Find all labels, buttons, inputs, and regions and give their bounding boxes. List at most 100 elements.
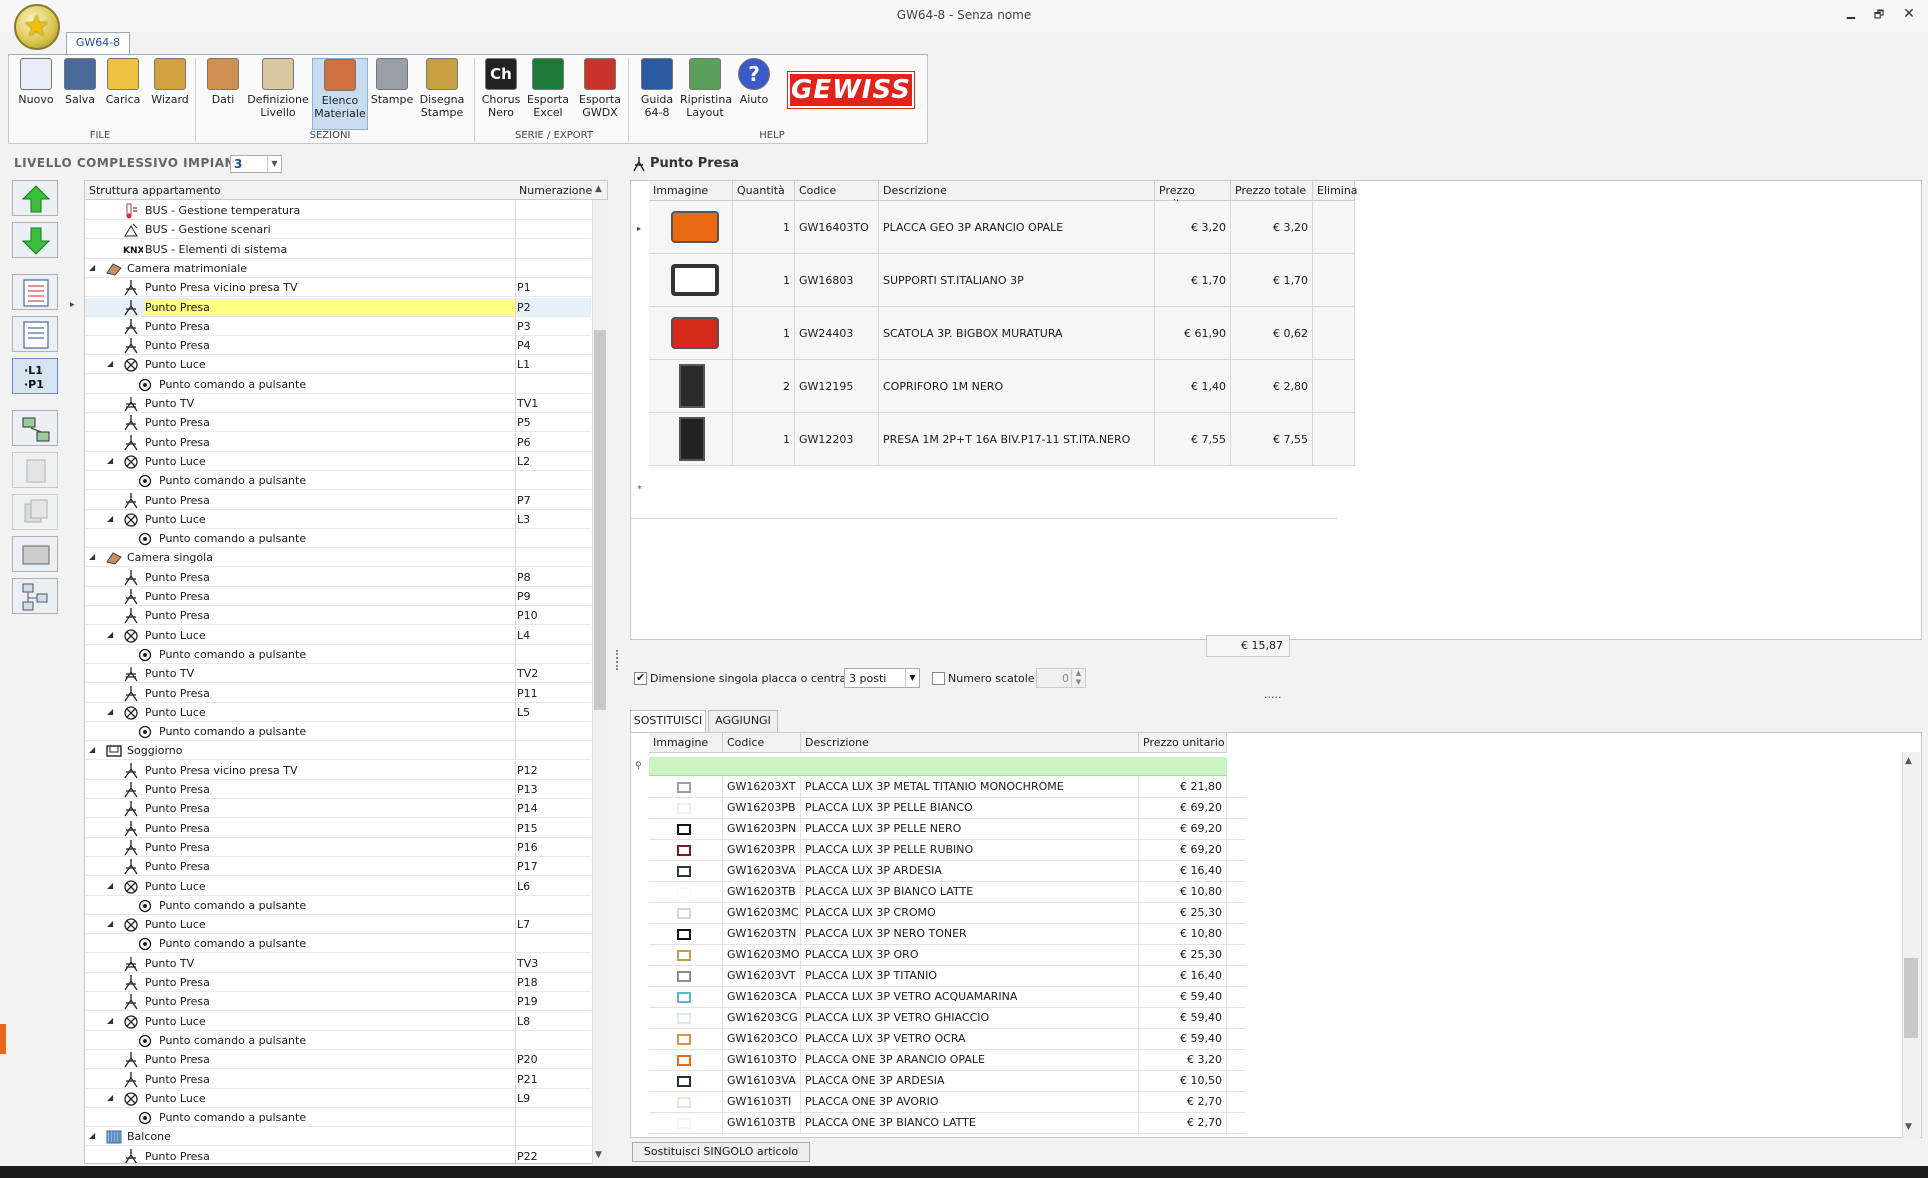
tree-row[interactable]: Punto Presa P14 <box>85 799 591 819</box>
tree-row[interactable]: Punto Presa P9 <box>85 587 591 606</box>
material-col-header[interactable]: Prezzo totale <box>1231 181 1313 201</box>
scroll-down-icon[interactable]: ▼ <box>1905 1122 1912 1132</box>
ribbon-button-carica[interactable]: Carica <box>100 58 146 130</box>
tree-row[interactable]: Punto Presa P10 <box>85 606 591 626</box>
list-view-button[interactable] <box>12 274 58 310</box>
tree-row[interactable]: ◢ Balcone <box>85 1127 591 1147</box>
material-col-header[interactable]: Codice <box>795 181 879 201</box>
structure-button[interactable] <box>12 578 58 614</box>
material-row[interactable]: 1 GW24403 SCATOLA 3P. BIGBOX MURATURA € 61,… <box>649 307 1355 360</box>
ribbon-button-salva[interactable]: Salva <box>60 58 100 130</box>
tree-row[interactable]: Punto Presa P16 <box>85 837 591 857</box>
tree-row[interactable]: Punto Presa P19 <box>85 992 591 1012</box>
subst-row[interactable]: GW16203XT PLACCA LUX 3P METAL TITANIO MON… <box>649 777 1245 798</box>
tree-row[interactable]: ◢ Punto Luce L3 <box>85 509 591 529</box>
ribbon-button-guida-64-8[interactable]: Guida 64-8 <box>636 58 678 130</box>
expand-toggle-icon[interactable]: ◢ <box>107 514 113 523</box>
expand-toggle-icon[interactable]: ◢ <box>107 456 113 465</box>
subst-row[interactable]: GW16103TB PLACCA ONE 3P BIANCO LATTE € 2,7… <box>649 1113 1245 1134</box>
tree-row[interactable]: ◢ Punto Luce L1 <box>85 355 591 375</box>
tree-row[interactable]: Punto Presa P6 <box>85 432 591 452</box>
expand-toggle-icon[interactable]: ◢ <box>89 263 95 272</box>
tree-row[interactable]: Punto Presa P11 <box>85 683 591 703</box>
tree-row[interactable]: Punto comando a pulsante <box>85 529 591 549</box>
tree-row[interactable]: Punto comando a pulsante <box>85 895 591 915</box>
move-down-button[interactable] <box>12 222 58 258</box>
box-count-spinner[interactable]: 0 ▲ ▼ <box>1036 668 1086 688</box>
tree-row[interactable]: ◢ Punto Luce L5 <box>85 702 591 722</box>
subst-row[interactable]: GW16103VA PLACCA ONE 3P ARDESIA € 10,50 <box>649 1071 1245 1092</box>
expand-toggle-icon[interactable]: ◢ <box>107 630 113 639</box>
tree-row[interactable]: ◢ Camera singola <box>85 548 591 568</box>
subst-col-header[interactable]: Prezzo unitario <box>1139 733 1227 753</box>
tree-row[interactable]: Punto comando a pulsante <box>85 471 591 491</box>
splitter-handle[interactable] <box>616 650 620 670</box>
subst-row[interactable]: GW16103TO PLACCA ONE 3P ARANCIO OPALE € 3,… <box>649 1050 1245 1071</box>
subst-row[interactable]: GW16203MO PLACCA LUX 3P ORO € 25,30 <box>649 945 1245 966</box>
tree-row[interactable]: Punto Presa P20 <box>85 1050 591 1070</box>
restore-button[interactable]: 🗗 <box>1864 6 1894 26</box>
tree-row[interactable]: Punto Presa P22 <box>85 1146 591 1163</box>
subst-row[interactable]: GW16203TB PLACCA LUX 3P BIANCO LATTE € 10,… <box>649 882 1245 903</box>
tree-row[interactable]: Punto Presa P3 <box>85 316 591 336</box>
scroll-up-icon[interactable]: ▲ <box>1905 756 1912 766</box>
minimize-button[interactable]: 🗕 <box>1836 6 1866 26</box>
tree-row[interactable]: Punto Presa P13 <box>85 780 591 799</box>
scroll-down-icon[interactable]: ▼ <box>595 1150 602 1160</box>
material-col-header[interactable]: Immagine <box>649 181 733 201</box>
expand-toggle-icon[interactable]: ◢ <box>107 707 113 716</box>
tree-row[interactable]: Punto Presa P7 <box>85 490 591 510</box>
ribbon-button-aiuto[interactable]: ? Aiuto <box>734 58 774 130</box>
substitute-single-button[interactable]: Sostituisci SINGOLO articolo <box>632 1142 810 1162</box>
subst-col-header[interactable]: Immagine <box>649 733 723 753</box>
tree-row[interactable]: Punto Presa P4 <box>85 336 591 356</box>
material-col-header[interactable]: Quantità <box>733 181 795 201</box>
add-element-button[interactable] <box>12 452 58 488</box>
expand-toggle-icon[interactable]: ◢ <box>107 919 113 928</box>
level-combo[interactable]: 3 ▼ <box>230 155 282 173</box>
box-count-checkbox[interactable] <box>932 672 945 685</box>
app-menu-star-icon[interactable]: ★ <box>14 4 60 50</box>
subst-row[interactable]: GW16203MC PLACCA LUX 3P CROMO € 25,30 <box>649 903 1245 924</box>
detail-view-button[interactable] <box>12 316 58 352</box>
tree-row[interactable]: ◢ Camera matrimoniale <box>85 258 591 278</box>
subst-scrollbar[interactable] <box>1902 752 1920 1138</box>
dimension-select[interactable]: 3 posti ▼ <box>844 668 920 688</box>
ribbon-button-nuovo[interactable]: Nuovo <box>14 58 58 130</box>
tree-row[interactable]: ◢ Punto Luce L7 <box>85 915 591 935</box>
tree-row[interactable]: ◢ Punto Luce L9 <box>85 1088 591 1108</box>
subst-row[interactable]: GW16203VT PLACCA LUX 3P TITANIO € 16,40 <box>649 966 1245 987</box>
tree-row[interactable]: ◢ Punto Luce L8 <box>85 1011 591 1031</box>
material-col-header[interactable]: Elimina <box>1313 181 1358 201</box>
ribbon-button-wizard[interactable]: Wizard <box>148 58 192 130</box>
spinner-arrows-icon[interactable]: ▲ ▼ <box>1071 669 1085 687</box>
new-row[interactable]: * <box>631 466 1337 519</box>
ribbon-button-stampe[interactable]: Stampe <box>370 58 414 130</box>
tree-row[interactable]: Punto Presa P21 <box>85 1069 591 1089</box>
subst-col-header[interactable]: Descrizione <box>801 733 1139 753</box>
subst-row[interactable]: GW16203PB PLACCA LUX 3P PELLE BIANCO € 69,… <box>649 798 1245 819</box>
tree-row[interactable]: ◢ Punto Luce L6 <box>85 876 591 896</box>
tree-scroll-thumb[interactable] <box>594 330 606 710</box>
tree-row[interactable]: BUS - Gestione temperatura <box>85 201 591 220</box>
tree-row[interactable]: KNX BUS - Elementi di sistema <box>85 239 591 259</box>
ribbon-button-dati[interactable]: Dati <box>206 58 240 130</box>
ribbon-button-definizione-livello[interactable]: Definizione Livello <box>246 58 310 130</box>
material-delete[interactable] <box>1313 413 1355 466</box>
expand-toggle-icon[interactable]: ◢ <box>89 745 95 754</box>
numbering-toggle-button[interactable]: ·L1 ·P1 <box>12 358 58 394</box>
tree-row[interactable]: Punto comando a pulsante <box>85 644 591 664</box>
subst-row[interactable]: GW16203PN PLACCA LUX 3P PELLE NERO € 69,20 <box>649 819 1245 840</box>
ribbon-button-esporta-excel[interactable]: Esporta Excel <box>524 58 572 130</box>
material-delete[interactable] <box>1313 254 1355 307</box>
expand-toggle-icon[interactable]: ◢ <box>107 359 113 368</box>
subst-scroll-thumb[interactable] <box>1904 958 1918 1038</box>
material-delete[interactable] <box>1313 307 1355 360</box>
subst-row[interactable]: GW16203TN PLACCA LUX 3P NERO TONER € 10,80 <box>649 924 1245 945</box>
tab-aggiungi[interactable]: AGGIUNGI <box>708 710 778 732</box>
tree-row[interactable]: Punto comando a pulsante <box>85 374 591 394</box>
filter-row[interactable] <box>649 757 1227 776</box>
subst-col-header[interactable]: Codice <box>723 733 801 753</box>
subst-row[interactable]: GW16103TI PLACCA ONE 3P AVORIO € 2,70 <box>649 1092 1245 1113</box>
tree-row[interactable]: Punto Presa P2 <box>85 297 591 317</box>
